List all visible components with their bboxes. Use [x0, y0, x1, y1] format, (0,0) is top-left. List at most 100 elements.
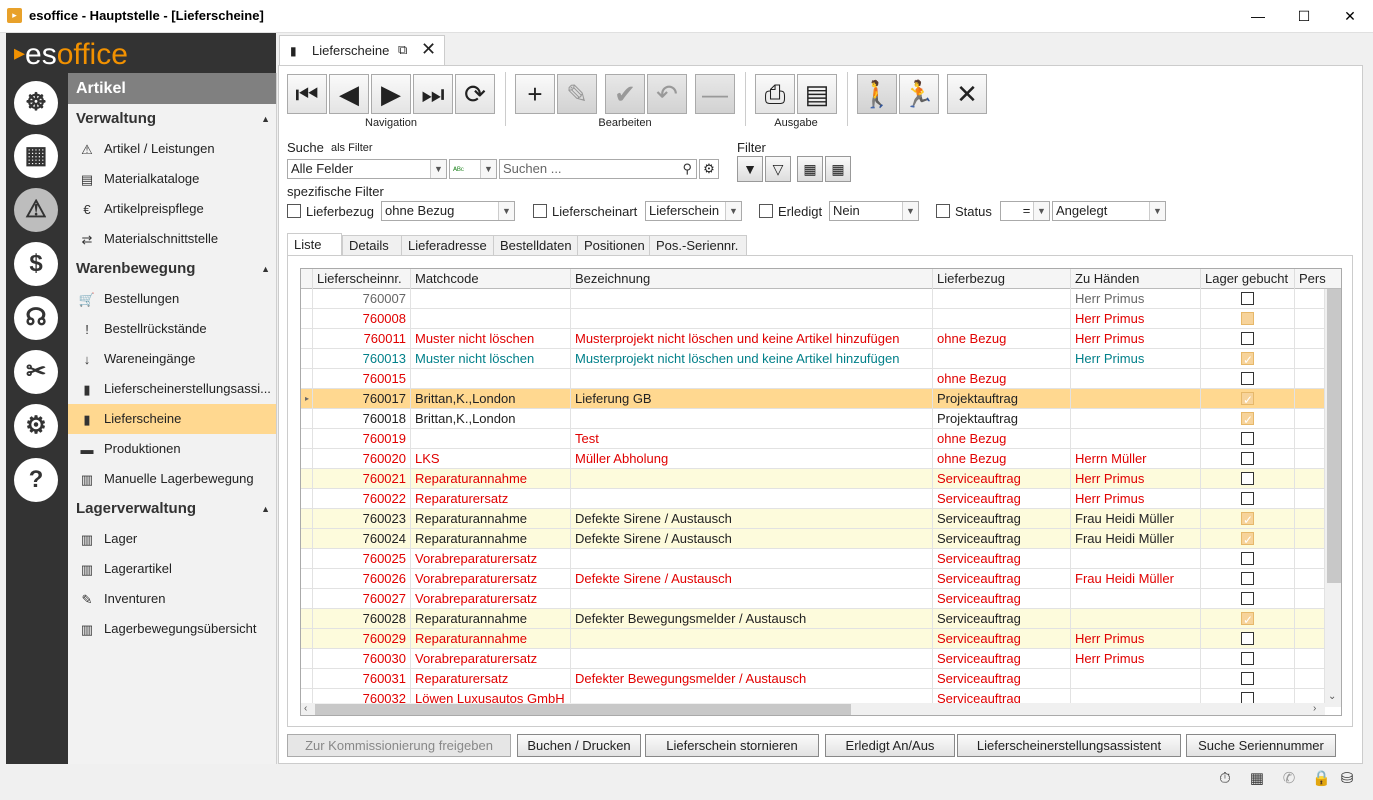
grid-cell[interactable]: Reparaturannahme	[411, 509, 571, 529]
nav-item-materialkataloge[interactable]: ▤ Materialkataloge	[68, 164, 276, 194]
scrollbar-thumb[interactable]	[315, 704, 851, 715]
grid-cell[interactable]: LKS	[411, 449, 571, 469]
scrollbar-thumb[interactable]	[1327, 289, 1341, 583]
table-row[interactable]: 760022 Reparaturersatz Serviceauftrag Herr …	[301, 489, 1325, 509]
grid-cell[interactable]: Defekter Bewegungsmelder / Austausch	[571, 609, 933, 629]
lager-gebucht-checkbox[interactable]	[1241, 530, 1254, 549]
grid-cell[interactable]: 760029	[313, 629, 411, 649]
nav-item-wareneingaenge[interactable]: ↓ Wareneingänge	[68, 344, 276, 374]
tab-pos-seriennr[interactable]: Pos.-Seriennr.	[649, 235, 747, 255]
grid-cell[interactable]: Musterprojekt nicht löschen und keine Ar…	[571, 349, 933, 369]
grid-cell[interactable]: Herr Primus	[1071, 469, 1201, 489]
grid-cell[interactable]	[411, 289, 571, 309]
nav-item-lagerartikel[interactable]: ▥ Lagerartikel	[68, 554, 276, 584]
grid-cell[interactable]	[1201, 409, 1295, 429]
lager-gebucht-checkbox[interactable]	[1241, 492, 1254, 505]
grid-cell[interactable]: 760031	[313, 669, 411, 689]
grid-cell[interactable]	[1201, 329, 1295, 349]
grid-cell[interactable]: Defekte Sirene / Austausch	[571, 509, 933, 529]
lager-gebucht-checkbox[interactable]	[1241, 472, 1254, 485]
lager-gebucht-checkbox[interactable]	[1241, 510, 1254, 529]
app-icon[interactable]: ▸	[7, 8, 22, 23]
grid-cell[interactable]: 760030	[313, 649, 411, 669]
lager-gebucht-checkbox[interactable]	[1241, 372, 1254, 385]
vertical-scrollbar[interactable]: ⌄	[1325, 289, 1341, 707]
grid-cell[interactable]: 760008	[313, 309, 411, 329]
grid-cell[interactable]: 760017	[313, 389, 411, 409]
grid-cell[interactable]: 760022	[313, 489, 411, 509]
table-row[interactable]: 760027 Vorabreparaturersatz Serviceauftrag	[301, 589, 1325, 609]
grid-cell[interactable]	[1071, 409, 1201, 429]
grid-cell[interactable]	[1071, 369, 1201, 389]
grid-cell[interactable]	[1201, 649, 1295, 669]
grid-cell[interactable]: 760023	[313, 509, 411, 529]
grid-cell[interactable]	[1295, 669, 1325, 689]
table-row[interactable]: 760031 Reparaturersatz Defekter Bewegungsm…	[301, 669, 1325, 689]
grid-cell[interactable]	[571, 649, 933, 669]
row-indicator[interactable]	[301, 609, 313, 629]
grid-cell[interactable]: Serviceauftrag	[933, 589, 1071, 609]
helm-icon[interactable]: ☸	[14, 81, 58, 125]
row-indicator[interactable]	[301, 649, 313, 669]
column-header[interactable]: Pers	[1295, 269, 1341, 289]
chevron-left-icon[interactable]: ‹	[304, 703, 307, 714]
nav-item-bestellungen[interactable]: 🛒 Bestellungen	[68, 284, 276, 314]
table-row[interactable]: 760018 Brittan,K.,London Projektauftrag	[301, 409, 1325, 429]
nav-group-verwaltung[interactable]: Verwaltung ▲	[68, 104, 276, 134]
grid-cell[interactable]: Serviceauftrag	[933, 469, 1071, 489]
grid-cell[interactable]: Serviceauftrag	[933, 609, 1071, 629]
row-indicator[interactable]	[301, 529, 313, 549]
save-button[interactable]: ✔	[605, 74, 645, 114]
row-indicator[interactable]	[301, 429, 313, 449]
nav-group-lagerverwaltung[interactable]: Lagerverwaltung ▲	[68, 494, 276, 524]
maximize-icon[interactable]: ☐	[1281, 0, 1327, 33]
document-tab[interactable]: ▮ Lieferscheine ⧉ ✕	[279, 35, 445, 65]
row-indicator[interactable]	[301, 309, 313, 329]
nav-item-lagerbewegungsuebersicht[interactable]: ▥ Lagerbewegungsübersicht	[68, 614, 276, 644]
undo-button[interactable]: ↶	[647, 74, 687, 114]
status-operator-select[interactable]: = ▼	[1000, 201, 1050, 221]
refresh-button[interactable]: ⟳	[455, 74, 495, 114]
grid-cell[interactable]	[1071, 609, 1201, 629]
chevron-down-icon[interactable]: ⌄	[1328, 691, 1336, 702]
nav-item-inventuren[interactable]: ✎ Inventuren	[68, 584, 276, 614]
grid-cell[interactable]: 760020	[313, 449, 411, 469]
grid-cell[interactable]	[571, 369, 933, 389]
column-header[interactable]: Lieferbezug	[933, 269, 1071, 289]
grid-cell[interactable]: ohne Bezug	[933, 329, 1071, 349]
lock-icon[interactable]: 🔒	[1312, 770, 1331, 788]
lager-gebucht-checkbox[interactable]	[1241, 552, 1254, 565]
grid-cell[interactable]	[571, 489, 933, 509]
erledigt-toggle-button[interactable]: Erledigt An/Aus	[825, 734, 955, 757]
grid-cell[interactable]: Brittan,K.,London	[411, 409, 571, 429]
grid-cell[interactable]: Herr Primus	[1071, 629, 1201, 649]
grid-cell[interactable]: 760025	[313, 549, 411, 569]
grid-cell[interactable]: Herr Primus	[1071, 349, 1201, 369]
filter-icon[interactable]: ▼	[737, 156, 763, 182]
grid-cell[interactable]	[933, 289, 1071, 309]
grid-cell[interactable]	[1201, 569, 1295, 589]
nav-item-artikelpreispflege[interactable]: € Artikelpreispflege	[68, 194, 276, 224]
grid-cell[interactable]	[1295, 569, 1325, 589]
table-row[interactable]: 760024 Reparaturannahme Defekte Sirene / A…	[301, 529, 1325, 549]
grid-cell[interactable]: Serviceauftrag	[933, 549, 1071, 569]
grid-cell[interactable]	[1295, 309, 1325, 329]
grid-cell[interactable]: Herr Primus	[1071, 489, 1201, 509]
grid-cell[interactable]: Defekte Sirene / Austausch	[571, 569, 933, 589]
table-row[interactable]: 760030 Vorabreparaturersatz Serviceauftrag…	[301, 649, 1325, 669]
grid-cell[interactable]	[1295, 449, 1325, 469]
grid-cell[interactable]: Serviceauftrag	[933, 509, 1071, 529]
grid-cell[interactable]	[1295, 289, 1325, 309]
grid-cell[interactable]: 760007	[313, 289, 411, 309]
grid-cell[interactable]	[1201, 349, 1295, 369]
grid-cell[interactable]: ohne Bezug	[933, 369, 1071, 389]
tab-close-icon[interactable]: ✕	[421, 39, 436, 60]
column-header[interactable]: Zu Händen	[1071, 269, 1201, 289]
filter-save-icon[interactable]: ▦	[797, 156, 823, 182]
row-indicator[interactable]	[301, 489, 313, 509]
grid-cell[interactable]	[1201, 509, 1295, 529]
table-row[interactable]: 760029 Reparaturannahme Serviceauftrag Herr…	[301, 629, 1325, 649]
money-icon[interactable]: $	[14, 242, 58, 286]
table-row[interactable]: 760026 Vorabreparaturersatz Defekte Sirene…	[301, 569, 1325, 589]
chevron-right-icon[interactable]: ›	[1313, 703, 1316, 714]
